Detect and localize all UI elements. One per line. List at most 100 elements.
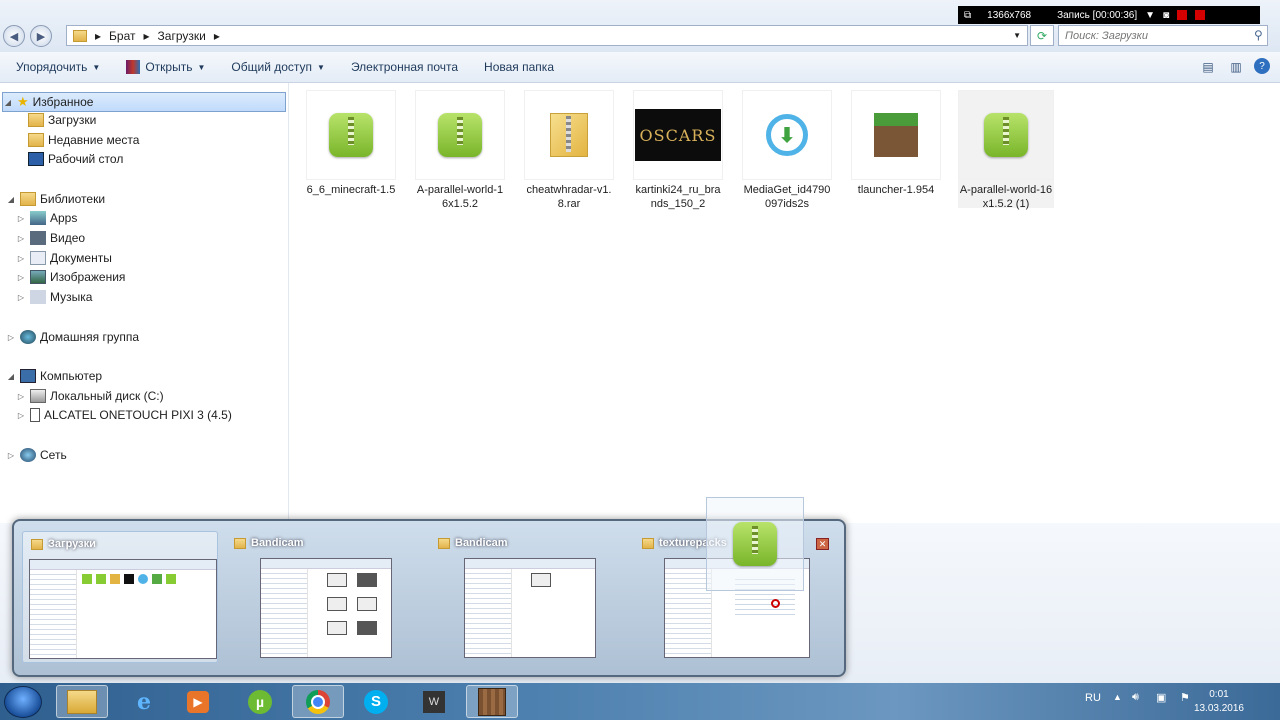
sidebar-item-recent[interactable]: Недавние места [28, 131, 139, 149]
sidebar-item-label: Видео [50, 231, 86, 245]
organize-button[interactable]: Упорядочить ▼ [16, 60, 100, 74]
music-icon [30, 290, 46, 304]
expand-icon[interactable]: ▷ [16, 411, 26, 420]
collapse-icon[interactable]: ◢ [6, 195, 16, 204]
recording-status: Запись [00:00:36] [1057, 9, 1138, 21]
sidebar-item-label: Изображения [50, 270, 126, 284]
expand-icon[interactable]: ▷ [6, 333, 16, 342]
breadcrumb-separator-icon[interactable]: ▸ [144, 29, 150, 43]
file-item[interactable]: OSCARS kartinki24_ru_brands_150_2 [633, 90, 723, 211]
dropdown-icon[interactable]: ▼ [1145, 10, 1155, 21]
expand-icon[interactable]: ▷ [16, 392, 26, 401]
minecraft-grass-block-icon [874, 113, 918, 157]
breadcrumb-item[interactable]: Загрузки [158, 29, 206, 43]
taskbar-skype[interactable]: S [350, 685, 402, 718]
folder-icon [438, 537, 450, 549]
network-tray-icon[interactable]: ▣ [1156, 691, 1166, 704]
file-item[interactable]: tlauncher-1.954 [851, 90, 941, 197]
sidebar-item-label: Документы [50, 251, 112, 265]
action-center-icon[interactable]: ⚑ [1180, 691, 1190, 704]
expand-icon[interactable]: ▷ [16, 234, 26, 243]
file-name: A-parallel-world-16x1.5.2 (1) [959, 184, 1053, 210]
sidebar-item-desktop[interactable]: Рабочий стол [28, 150, 123, 168]
expand-icon[interactable]: ▷ [16, 214, 26, 223]
open-label: Открыть [145, 60, 193, 74]
sidebar-item-label: Избранное [32, 95, 94, 109]
chrome-icon [306, 689, 330, 714]
share-button[interactable]: Общий доступ ▼ [231, 60, 325, 74]
documents-icon [30, 251, 46, 265]
breadcrumb-separator-icon[interactable]: ▸ [214, 29, 220, 43]
chevron-down-icon: ▼ [92, 62, 101, 72]
phone-icon [30, 408, 40, 422]
close-icon[interactable]: ✕ [816, 538, 829, 550]
file-list: 6_6_minecraft-1.5 A-parallel-world-16x1.… [289, 83, 1280, 523]
start-button[interactable] [4, 686, 42, 718]
sidebar-item-local-disk[interactable]: ▷ Локальный диск (C:) [16, 387, 164, 405]
breadcrumb-item[interactable]: Брат [109, 29, 135, 43]
show-hidden-icons-icon[interactable]: ▲ [1113, 692, 1122, 702]
search-input[interactable] [1058, 25, 1268, 46]
view-options-icon[interactable]: ▤ [1198, 58, 1218, 76]
sidebar-item-documents[interactable]: ▷ Документы [16, 249, 112, 267]
taskbar-world-of-tanks[interactable]: W [408, 685, 460, 718]
expand-icon[interactable]: ▷ [6, 451, 16, 460]
screen-size-icon: ⧉ [964, 9, 972, 21]
email-button[interactable]: Электронная почта [351, 60, 458, 74]
stop-recording-icon[interactable] [1177, 10, 1188, 20]
chevron-down-icon: ▼ [317, 62, 325, 72]
switcher-window[interactable]: Загрузки [22, 531, 218, 663]
switcher-window[interactable]: Bandicam [226, 531, 422, 663]
expand-icon[interactable]: ▷ [16, 273, 26, 282]
taskbar-utorrent[interactable]: µ [234, 685, 286, 718]
minecraft-icon [478, 687, 506, 716]
help-icon[interactable]: ? [1254, 58, 1270, 74]
address-dropdown-icon[interactable]: ▼ [1013, 31, 1021, 40]
taskbar-chrome[interactable] [292, 685, 344, 718]
search-icon[interactable]: ⚲ [1254, 28, 1263, 42]
internet-explorer-icon: e [137, 688, 151, 715]
file-item[interactable]: 6_6_minecraft-1.5 [306, 90, 396, 197]
collapse-icon[interactable]: ◢ [6, 372, 16, 381]
collapse-icon[interactable]: ◢ [3, 98, 13, 107]
record-icon[interactable] [1195, 10, 1206, 20]
sidebar-item-network[interactable]: ▷ Сеть [6, 446, 67, 464]
file-item[interactable]: ⬇ MediaGet_id4790097ids2s [742, 90, 832, 211]
taskbar-explorer[interactable] [56, 685, 108, 718]
clock[interactable]: 0:01 13.03.2016 [1194, 688, 1244, 716]
file-item[interactable]: A-parallel-world-16x1.5.2 [415, 90, 505, 211]
sidebar-item-label: Локальный диск (C:) [50, 389, 164, 403]
address-bar[interactable]: ▸ Брат ▸ Загрузки ▸ ▼ [66, 25, 1028, 46]
file-item-selected[interactable]: A-parallel-world-16x1.5.2 (1) [958, 90, 1054, 210]
sidebar-item-images[interactable]: ▷ Изображения [16, 268, 125, 286]
taskbar-minecraft[interactable] [466, 685, 518, 718]
preview-pane-icon[interactable]: ▥ [1226, 58, 1246, 76]
taskbar-media-player[interactable]: ▶ [172, 685, 224, 718]
back-button[interactable]: ◀ [3, 25, 25, 47]
volume-icon[interactable]: 🔊︎ [1132, 691, 1139, 704]
refresh-button[interactable]: ⟳ [1030, 25, 1054, 46]
sidebar-item-music[interactable]: ▷ Музыка [16, 288, 92, 306]
file-item[interactable]: cheatwhradar-v1.8.rar [524, 90, 614, 211]
switcher-window[interactable]: Bandicam [430, 531, 626, 663]
language-indicator[interactable]: RU [1085, 692, 1101, 704]
camera-icon[interactable]: ◙ [1163, 10, 1169, 21]
sidebar-item-downloads[interactable]: Загрузки [28, 111, 96, 129]
sidebar-item-video[interactable]: ▷ Видео [16, 229, 85, 247]
organize-label: Упорядочить [16, 60, 88, 74]
taskbar-internet-explorer[interactable]: e [118, 685, 170, 718]
sidebar-item-apps[interactable]: ▷ Apps [16, 209, 77, 227]
sidebar-item-phone[interactable]: ▷ ALCATEL ONETOUCH PIXI 3 (4.5) [16, 406, 232, 424]
sidebar-item-libraries[interactable]: ◢ Библиотеки [6, 190, 105, 208]
sidebar-item-computer[interactable]: ◢ Компьютер [6, 367, 102, 385]
window-thumbnail [260, 558, 392, 658]
open-button[interactable]: Открыть ▼ [126, 60, 205, 74]
expand-icon[interactable]: ▷ [16, 254, 26, 263]
skype-icon: S [364, 689, 388, 714]
new-folder-button[interactable]: Новая папка [484, 60, 554, 74]
sidebar-item-favorites[interactable]: ◢ ★ Избранное [2, 92, 286, 112]
sidebar-item-homegroup[interactable]: ▷ Домашняя группа [6, 328, 139, 346]
expand-icon[interactable]: ▷ [16, 293, 26, 302]
forward-button[interactable]: ▶ [30, 25, 52, 47]
libraries-icon [20, 192, 36, 206]
